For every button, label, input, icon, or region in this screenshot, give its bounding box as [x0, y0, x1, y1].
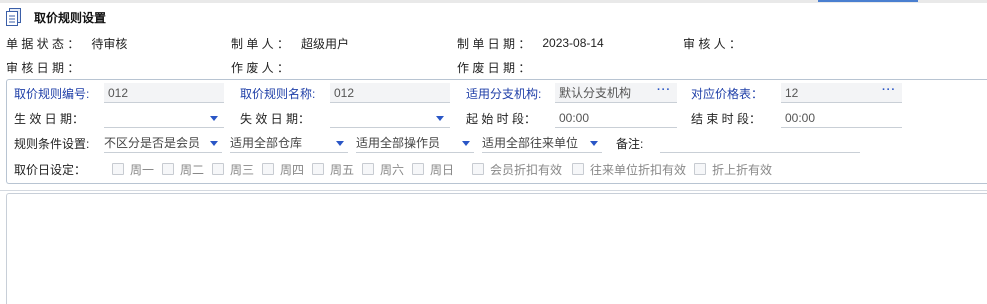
void-date-label: 作 废 日 期 ：	[457, 60, 531, 75]
document-icon	[6, 8, 22, 26]
caret-down-icon[interactable]	[436, 116, 444, 121]
status-value: 待审核	[91, 36, 128, 51]
partner-select-value: 适用全部往来单位	[482, 136, 579, 150]
expire-date-label: 失 效 日 期：	[240, 111, 311, 126]
weekday-checkbox-thu[interactable]: 周四	[262, 161, 304, 177]
ellipsis-icon[interactable]: ···	[882, 84, 896, 96]
member-select-value: 不区分是否是会员	[104, 136, 201, 150]
price-day-label: 取价日设定：	[14, 162, 87, 177]
checkbox-box[interactable]	[694, 163, 706, 175]
status-label: 单 据 状 态 ：	[6, 36, 80, 51]
operator-select[interactable]: 适用全部操作员	[356, 133, 474, 153]
checkbox-box[interactable]	[162, 163, 174, 175]
rule-no-input[interactable]: 012	[104, 83, 224, 103]
void-date-field: 作 废 日 期 ：	[457, 58, 542, 76]
weekday-label: 周二	[180, 162, 205, 177]
page-title: 取价规则设置	[34, 10, 107, 25]
audit-date-label: 审 核 日 期 ：	[6, 60, 80, 75]
expire-date-picker[interactable]	[330, 108, 450, 128]
creator-value: 超级用户	[301, 36, 350, 51]
weekday-label: 周日	[430, 162, 455, 177]
caret-down-icon[interactable]	[210, 141, 218, 146]
condition-label: 规则条件设置:	[14, 136, 90, 151]
rule-name-label: 取价规则名称:	[240, 86, 316, 101]
weekday-checkbox-sat[interactable]: 周六	[362, 161, 404, 177]
weekday-label: 周一	[130, 162, 155, 177]
create-date-field: 制 单 日 期 ： 2023-08-14	[457, 34, 604, 52]
checkbox-box[interactable]	[412, 163, 424, 175]
creator-label: 制 单 人 ：	[231, 36, 290, 51]
price-table-value: 12	[785, 85, 799, 100]
end-time-value: 00:00	[785, 110, 816, 125]
remark-input[interactable]	[660, 133, 860, 153]
stacked-discount-checkbox[interactable]: 折上折有效	[694, 161, 772, 177]
member-discount-checkbox[interactable]: 会员折扣有效	[472, 161, 562, 177]
auditor-field: 审 核 人 ：	[683, 34, 753, 52]
partner-discount-label: 往来单位折扣有效	[590, 162, 687, 177]
price-table-lookup[interactable]: 12 ···	[781, 83, 902, 103]
remark-label: 备注:	[616, 136, 644, 151]
checkbox-box[interactable]	[312, 163, 324, 175]
creator-field: 制 单 人 ： 超级用户	[231, 34, 349, 52]
create-date-label: 制 单 日 期 ：	[457, 36, 531, 51]
branch-value: 默认分支机构	[559, 86, 632, 100]
partner-discount-checkbox[interactable]: 往来单位折扣有效	[572, 161, 686, 177]
section-divider	[0, 190, 987, 191]
start-time-label: 起 始 时 段：	[466, 111, 537, 126]
checkbox-box[interactable]	[112, 163, 124, 175]
caret-down-icon[interactable]	[210, 116, 218, 121]
end-time-input[interactable]: 00:00	[781, 108, 902, 128]
weekday-checkbox-tue[interactable]: 周二	[162, 161, 204, 177]
weekday-label: 周六	[380, 162, 405, 177]
checkbox-box[interactable]	[362, 163, 374, 175]
checkbox-box[interactable]	[572, 163, 584, 175]
warehouse-select[interactable]: 适用全部仓库	[230, 133, 348, 153]
auditor-label: 审 核 人 ：	[683, 36, 742, 51]
voider-field: 作 废 人 ：	[231, 58, 301, 76]
detail-grid-area[interactable]	[6, 193, 987, 304]
rule-name-value: 012	[334, 85, 355, 100]
checkbox-box[interactable]	[212, 163, 224, 175]
weekday-checkbox-sun[interactable]: 周日	[412, 161, 454, 177]
checkbox-box[interactable]	[262, 163, 274, 175]
member-discount-label: 会员折扣有效	[490, 162, 563, 177]
effective-date-picker[interactable]	[104, 108, 224, 128]
weekday-checkbox-fri[interactable]: 周五	[312, 161, 354, 177]
warehouse-select-value: 适用全部仓库	[230, 136, 303, 150]
branch-label: 适用分支机构:	[466, 86, 542, 101]
rule-name-input[interactable]: 012	[330, 83, 450, 103]
checkbox-box[interactable]	[472, 163, 484, 175]
start-time-input[interactable]: 00:00	[555, 108, 677, 128]
status-field: 单 据 状 态 ： 待审核	[6, 34, 127, 52]
rule-no-label: 取价规则编号:	[14, 86, 90, 101]
weekday-checkbox-wed[interactable]: 周三	[212, 161, 254, 177]
create-date-value: 2023-08-14	[542, 36, 604, 50]
operator-select-value: 适用全部操作员	[356, 136, 441, 150]
partner-select[interactable]: 适用全部往来单位	[482, 133, 602, 153]
caret-down-icon[interactable]	[590, 141, 598, 146]
audit-date-field: 审 核 日 期 ：	[6, 58, 91, 76]
weekday-label: 周四	[280, 162, 305, 177]
weekday-label: 周五	[330, 162, 355, 177]
caret-down-icon[interactable]	[462, 141, 470, 146]
weekday-label: 周三	[230, 162, 255, 177]
weekday-checkbox-mon[interactable]: 周一	[112, 161, 154, 177]
active-tab-indicator	[818, 0, 918, 2]
ellipsis-icon[interactable]: ···	[657, 84, 671, 96]
branch-lookup[interactable]: 默认分支机构 ···	[555, 83, 677, 103]
start-time-value: 00:00	[559, 110, 590, 125]
price-table-label: 对应价格表：	[691, 86, 764, 101]
caret-down-icon[interactable]	[336, 141, 344, 146]
voider-label: 作 废 人 ：	[231, 60, 290, 75]
title-bar: 取价规则设置	[6, 7, 106, 27]
effective-date-label: 生 效 日 期：	[14, 111, 85, 126]
member-select[interactable]: 不区分是否是会员	[104, 133, 222, 153]
rule-no-value: 012	[108, 85, 129, 100]
stacked-discount-label: 折上折有效	[712, 162, 773, 177]
end-time-label: 结 束 时 段：	[691, 111, 762, 126]
